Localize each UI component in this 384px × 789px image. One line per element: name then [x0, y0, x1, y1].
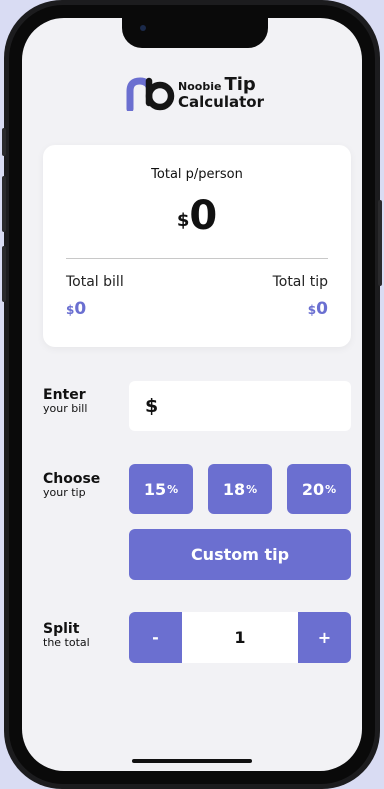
app-screen: Noobie Tip Calculator Total p/person $0 … [22, 18, 362, 771]
tip-18-button[interactable]: 18% [208, 464, 272, 514]
per-person-title: Total p/person [151, 167, 243, 182]
logo-noobie-text: Noobie [178, 80, 222, 93]
tip-20-unit: % [325, 482, 337, 496]
tip-20-button[interactable]: 20% [287, 464, 351, 514]
total-bill-amount: $0 [66, 299, 86, 319]
bill-currency-symbol: $ [145, 395, 159, 417]
split-stepper: - 1 + [129, 612, 351, 663]
bill-label-main: Enter [43, 387, 86, 403]
bill-input-box[interactable]: $ [129, 381, 351, 431]
split-count: 1 [234, 628, 246, 647]
total-bill-label: Total bill [66, 274, 124, 290]
tip-15-unit: % [167, 482, 179, 496]
tip-20-value: 20 [301, 479, 325, 499]
power-button [378, 200, 382, 286]
app-logo: Noobie Tip Calculator [124, 73, 264, 113]
total-bill-value: 0 [74, 299, 87, 319]
tip-18-value: 18 [222, 479, 246, 499]
custom-tip-button[interactable]: Custom tip [129, 529, 351, 580]
noobie-logo-icon [126, 77, 175, 111]
home-indicator [132, 759, 252, 763]
tip-label-sub: your tip [43, 485, 86, 499]
split-decrement-button[interactable]: - [129, 612, 182, 663]
tip-row-label: Choose your tip [43, 472, 100, 498]
bill-label-sub: your bill [43, 401, 88, 415]
split-row-label: Split the total [43, 622, 90, 648]
mute-switch [2, 128, 6, 156]
front-camera [140, 25, 146, 31]
split-label-sub: the total [43, 635, 90, 649]
volume-up-button [2, 176, 6, 232]
bill-input[interactable] [164, 395, 339, 417]
tip-15-value: 15 [143, 479, 167, 499]
bill-row-label: Enter your bill [43, 388, 87, 414]
summary-card: Total p/person $0 Total bill Total tip $… [43, 145, 351, 347]
split-increment-button[interactable]: + [298, 612, 351, 663]
split-label-main: Split [43, 621, 80, 637]
total-tip-value: 0 [316, 299, 328, 319]
tip-18-unit: % [246, 482, 258, 496]
per-person-amount: $0 [43, 193, 351, 239]
logo-text: Noobie Tip Calculator [178, 76, 264, 110]
page-background: Noobie Tip Calculator Total p/person $0 … [0, 0, 384, 789]
logo-calculator-text: Calculator [178, 93, 264, 111]
total-tip-label: Total tip [272, 274, 328, 290]
per-person-value: 0 [189, 193, 218, 239]
tip-15-button[interactable]: 15% [129, 464, 193, 514]
per-person-currency: $ [176, 210, 190, 231]
card-divider [66, 258, 328, 259]
volume-down-button [2, 246, 6, 302]
tip-label-main: Choose [43, 471, 101, 487]
total-tip-amount: $0 [308, 299, 328, 319]
logo-tip-text: Tip [224, 74, 256, 95]
notch [122, 18, 268, 48]
total-tip-currency: $ [307, 303, 317, 317]
